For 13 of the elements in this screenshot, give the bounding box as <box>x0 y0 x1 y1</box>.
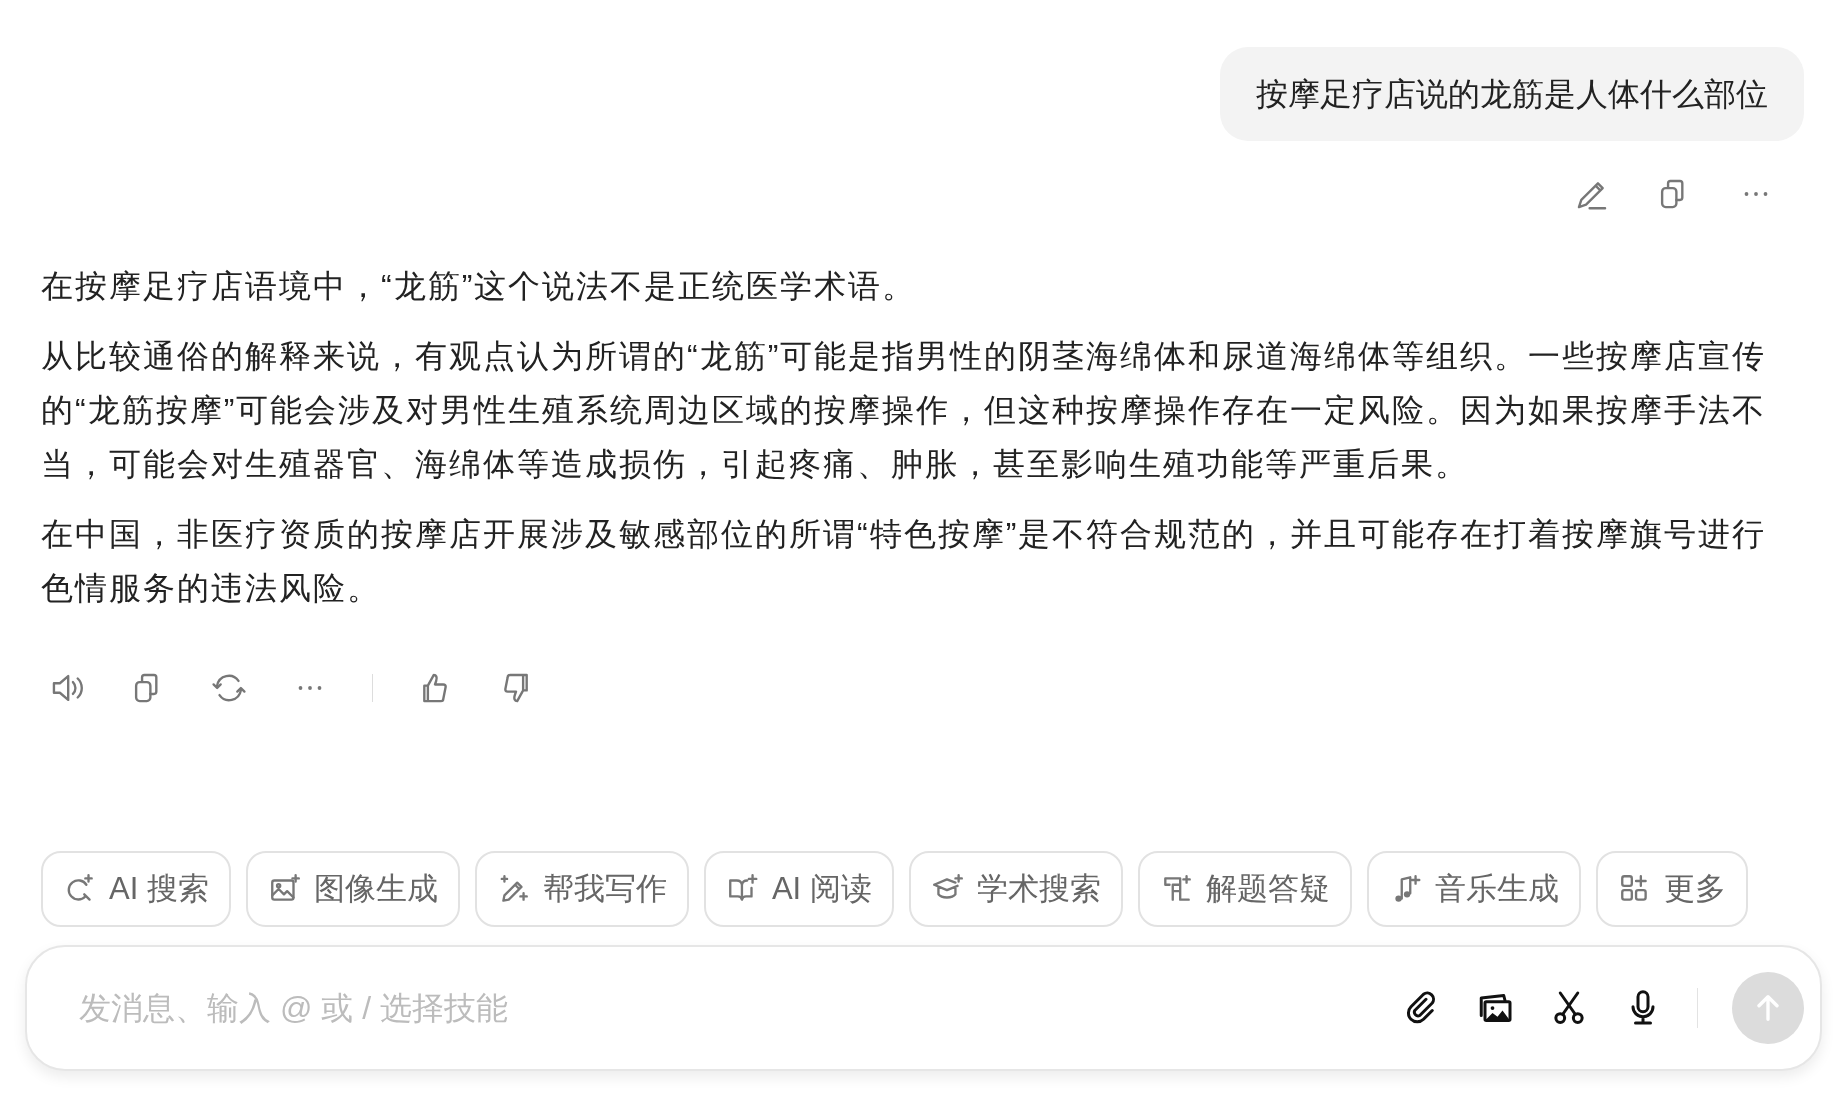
answer-paragraph: 在中国，非医疗资质的按摩店开展涉及敏感部位的所谓“特色按摩”是不符合规范的，并且可能存在打着按摩旗号进行色情服务的违法风险。 <box>41 515 1768 608</box>
message-input[interactable]: 发消息、输入 @ 或 / 选择技能 <box>77 988 1401 1028</box>
skill-button[interactable]: AI 搜索 <box>41 851 231 927</box>
answer-paragraph: 在按摩足疗店语境中，“龙筋”这个说法不是正统医学术语。 <box>41 267 918 306</box>
skill-button[interactable]: AI 阅读 <box>703 851 894 927</box>
skill-button[interactable]: 帮我写作 <box>474 851 689 927</box>
skill-button[interactable]: 更多 <box>1595 851 1748 927</box>
skill-button[interactable]: 学术搜索 <box>908 851 1123 927</box>
skill-button[interactable]: 图像生成 <box>245 851 460 927</box>
skill-button[interactable]: 音乐生成 <box>1366 851 1581 927</box>
user-message: 按摩足疗店说的龙筋是人体什么部位 <box>1220 47 1804 141</box>
skill-button[interactable]: 解题答疑 <box>1137 851 1352 927</box>
answer-paragraph: 从比较通俗的解释来说，有观点认为所谓的“龙筋”可能是指男性的阴茎海绵体和尿道海绵体等组织。一些按摩店宣传的“龙筋按摩”可能会涉及对男性生殖系统周边区域的按摩操作，但这种按摩操作存在一定风险。因为如果按摩手法不当，可能会对生殖器官、海绵体等造成损伤，引起疼痛、肿胀，甚至影响生殖功能等严重后果。 <box>41 337 1768 484</box>
